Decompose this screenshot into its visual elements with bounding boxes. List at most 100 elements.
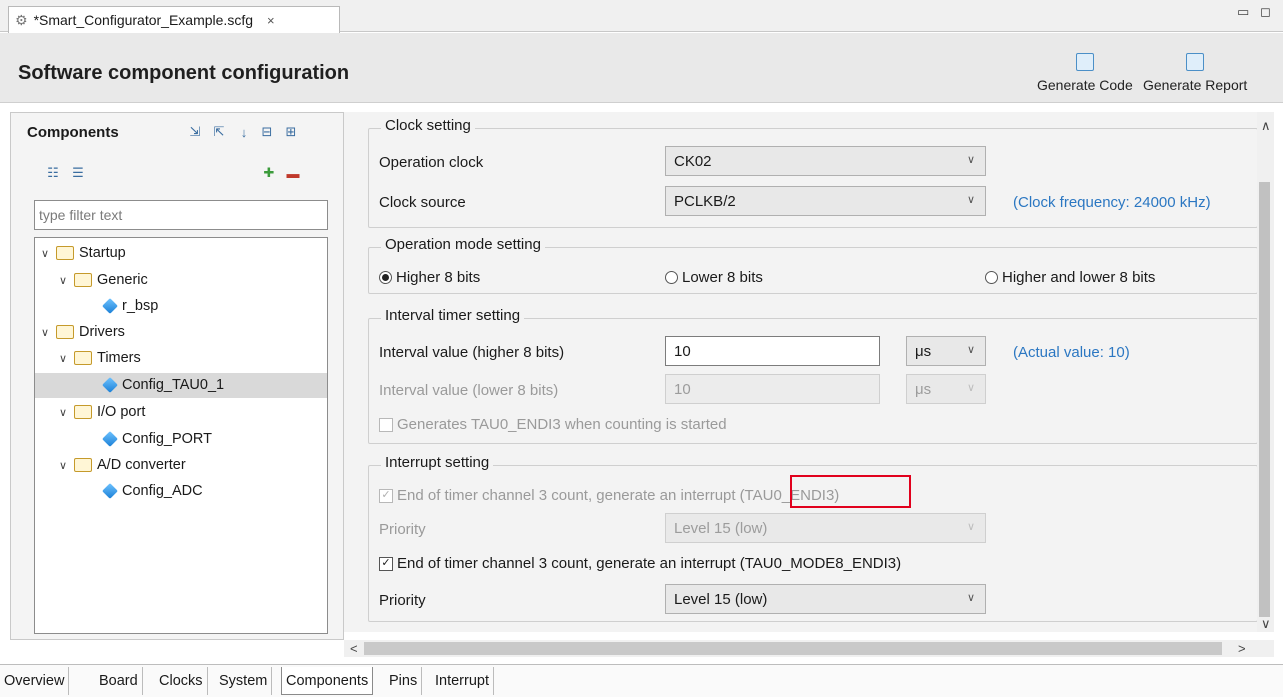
tree-item-label: r_bsp <box>122 298 159 314</box>
chevron-down-icon: ∨ <box>966 194 975 206</box>
tree-item-config-adc[interactable]: Config_ADC <box>102 479 203 503</box>
tree-item-label: Config_PORT <box>122 431 212 447</box>
horizontal-scroll-thumb[interactable] <box>364 642 1222 655</box>
editor-tab[interactable]: ⚙ *Smart_Configurator_Example.scfg × <box>8 6 340 33</box>
tree-item-config-tau0-1[interactable]: Config_TAU0_1 <box>102 373 225 397</box>
interval-high-value: 10 <box>674 342 691 360</box>
page-title: Software component configuration <box>18 62 350 84</box>
chevron-down-icon[interactable]: ∨ <box>39 247 51 260</box>
scroll-up-icon[interactable]: ∧ <box>1261 118 1271 134</box>
scroll-right-icon[interactable]: > <box>1238 641 1246 656</box>
maximize-button[interactable]: ◻ <box>1260 4 1271 20</box>
interval-low-input[interactable]: 10 <box>665 374 880 404</box>
expand-all-icon[interactable]: ⊞ <box>283 124 299 140</box>
collapse-all-icon[interactable]: ⊟ <box>259 124 275 140</box>
tab-overview[interactable]: Overview <box>0 667 70 695</box>
interval-low-unit: μs <box>915 380 932 398</box>
tab-interrupt[interactable]: Interrupt <box>431 667 494 695</box>
generates-endi3-checkbox[interactable]: Generates TAU0_ENDI3 when counting is st… <box>379 416 727 433</box>
priority2-select[interactable]: Level 15 (low) ∨ <box>665 584 986 614</box>
priority2-label: Priority <box>379 592 426 609</box>
priority1-label: Priority <box>379 521 426 538</box>
tree-item-label: Startup <box>79 245 126 261</box>
category-view-icon[interactable]: ☷ <box>45 165 61 181</box>
tab-clocks[interactable]: Clocks <box>155 667 208 695</box>
tree-item-timers[interactable]: ∨ Timers <box>57 346 141 370</box>
operation-clock-select[interactable]: CK02 ∨ <box>665 146 986 176</box>
chevron-down-icon[interactable]: ∨ <box>57 459 69 472</box>
interrupt-setting-title: Interrupt setting <box>381 454 494 471</box>
editor-tab-title: *Smart_Configurator_Example.scfg <box>33 12 253 28</box>
generate-code-label: Generate Code <box>1037 77 1133 93</box>
clock-source-select[interactable]: PCLKB/2 ∨ <box>665 186 986 216</box>
tree-item-io-port[interactable]: ∨ I/O port <box>57 400 145 424</box>
close-icon[interactable]: × <box>267 13 275 28</box>
tab-board[interactable]: Board <box>95 667 143 695</box>
chevron-down-icon[interactable]: ∨ <box>57 406 69 419</box>
hierarchy-view-icon[interactable]: ☰ <box>70 165 86 181</box>
interval-high-unit-select[interactable]: μs ∨ <box>906 336 986 366</box>
remove-component-icon[interactable]: ▬ <box>285 165 301 181</box>
checkbox-checked[interactable]: ✓ <box>379 556 393 571</box>
component-icon <box>102 298 118 314</box>
radio-button[interactable] <box>665 271 678 284</box>
tree-item-drivers[interactable]: ∨ Drivers <box>39 320 125 344</box>
sort-icon[interactable]: ↓ <box>236 124 252 140</box>
radio-button[interactable] <box>379 271 392 284</box>
vertical-scroll-thumb[interactable] <box>1259 182 1270 617</box>
tree-item-label: Timers <box>97 350 141 366</box>
radio-button[interactable] <box>985 271 998 284</box>
chevron-down-icon[interactable]: ∨ <box>57 352 69 365</box>
priority1-select[interactable]: Level 15 (low) ∨ <box>665 513 986 543</box>
clock-setting-title: Clock setting <box>381 117 475 134</box>
generate-code-button[interactable]: Generate Code <box>1037 53 1133 93</box>
generate-report-label: Generate Report <box>1143 77 1248 93</box>
tab-system[interactable]: System <box>215 667 273 695</box>
mode8-endi3-interrupt-checkbox[interactable]: ✓ End of timer channel 3 count, generate… <box>379 555 901 572</box>
folder-icon <box>74 351 92 365</box>
interval-high-label: Interval value (higher 8 bits) <box>379 344 565 361</box>
tree-item-config-port[interactable]: Config_PORT <box>102 427 212 451</box>
generate-report-button[interactable]: Generate Report <box>1143 53 1247 93</box>
expand-icon[interactable]: ⇱ <box>211 124 227 140</box>
tree-item-startup[interactable]: ∨ Startup <box>39 241 126 265</box>
tree-item-label: Generic <box>97 272 148 288</box>
priority2-value: Level 15 (low) <box>674 590 768 608</box>
checkbox[interactable] <box>379 417 393 432</box>
generate-report-icon <box>1186 53 1205 71</box>
tab-pins[interactable]: Pins <box>385 667 423 695</box>
folder-icon <box>74 273 92 287</box>
minimize-button[interactable]: ▭ <box>1237 4 1249 20</box>
radio-label: Lower 8 bits <box>682 269 763 286</box>
radio-higher-and-lower-8-bits[interactable]: Higher and lower 8 bits <box>985 269 1155 286</box>
add-component-icon[interactable]: ✚ <box>261 165 277 181</box>
tree-item-generic[interactable]: ∨ Generic <box>57 268 148 292</box>
tree-item-r-bsp[interactable]: r_bsp <box>102 294 159 318</box>
interval-low-unit-select[interactable]: μs ∨ <box>906 374 986 404</box>
operation-mode-title: Operation mode setting <box>381 236 545 253</box>
interval-low-value: 10 <box>674 380 691 398</box>
priority1-value: Level 15 (low) <box>674 519 768 537</box>
interval-high-input[interactable]: 10 <box>665 336 880 366</box>
tree-item-label: Config_TAU0_1 <box>122 377 225 393</box>
checkbox-checked[interactable]: ✓ <box>379 488 393 503</box>
radio-higher-8-bits[interactable]: Higher 8 bits <box>379 269 480 286</box>
scroll-down-icon[interactable]: ∨ <box>1261 616 1271 632</box>
endi3-interrupt-checkbox[interactable]: ✓ End of timer channel 3 count, generate… <box>379 487 839 504</box>
interval-low-label: Interval value (lower 8 bits) <box>379 382 559 399</box>
tab-components[interactable]: Components <box>281 667 374 695</box>
radio-label: Higher and lower 8 bits <box>1002 269 1156 286</box>
radio-lower-8-bits[interactable]: Lower 8 bits <box>665 269 763 286</box>
scroll-left-icon[interactable]: < <box>350 641 358 656</box>
chevron-down-icon[interactable]: ∨ <box>39 326 51 339</box>
interval-timer-title: Interval timer setting <box>381 307 525 324</box>
tree-item-ad-converter[interactable]: ∨ A/D converter <box>57 453 186 477</box>
collapse-icon[interactable]: ⇲ <box>187 124 203 140</box>
chevron-down-icon: ∨ <box>966 344 975 356</box>
folder-icon <box>74 405 92 419</box>
tree-item-label: I/O port <box>97 404 146 420</box>
tree-item-label: A/D converter <box>97 457 186 473</box>
chevron-down-icon[interactable]: ∨ <box>57 274 69 287</box>
highlight-box <box>790 475 911 508</box>
filter-input[interactable] <box>34 200 328 230</box>
